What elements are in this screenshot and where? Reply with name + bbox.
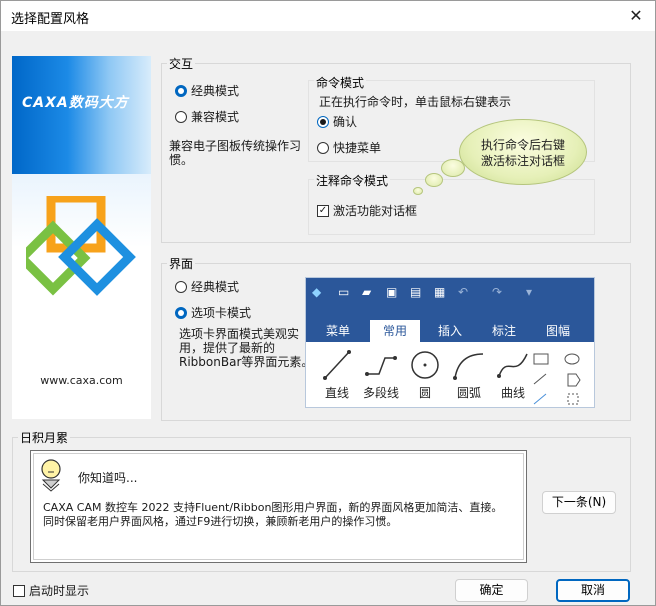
circle-icon [411,351,439,379]
tips-heading: 你知道吗... [78,471,138,485]
arc-icon [453,353,484,380]
hint-bubble: 执行命令后右键 激活标注对话框 [459,119,587,185]
ribbon-tab-menu: 菜单 [325,324,350,338]
tool-line: 直线 [314,350,360,401]
checkbox-label: 激活功能对话框 [333,204,418,218]
ui-group-label: 界面 [167,255,196,272]
title-bar: 选择配置风格 ✕ [1,1,655,31]
undo-icon: ↶ [458,285,469,299]
activate-dialog-checkbox[interactable]: ✓ 激活功能对话框 [317,202,417,219]
tool-arc: 圆弧 [446,350,492,401]
open-folder-icon: ▰ [362,285,372,299]
radio-label: 确认 [333,115,358,129]
desc-line: RibbonBar等界面元素。 [179,355,314,369]
spline-icon [497,353,528,378]
interaction-group-label: 交互 [167,55,196,72]
desc-line: 用，提供了最新的 [179,341,276,355]
tips-line: 同时保留老用户界面风格，通过F9进行切换，兼顾新老用户的操作习惯。 [43,515,398,528]
ui-description: 选项卡界面模式美观实 用，提供了最新的 RibbonBar等界面元素。 [179,327,313,369]
checkbox-checked-icon: ✓ [317,204,329,217]
caxa-logo: CAXA数码大方 [22,95,129,111]
polyline-icon [365,356,397,376]
website-url: www.caxa.com [40,374,123,387]
command-mode-label: 命令模式 [314,74,367,91]
ribbon-preview: ◆ ▭ ▰ ▣ ▤ ▦ ↶ ↷ ▾ 菜单 常用 插入 标注 图幅 直线 多段线 … [305,277,595,408]
app-logo-icon: ◆ [312,285,322,299]
print-icon: ▦ [434,285,446,299]
brand-sidebar: CAXA数码大方 www.caxa.com [12,56,151,419]
desc-line: 选项卡界面模式美观实 [179,327,300,341]
tips-line: CAXA CAM 数控车 2022 支持Fluent/Ribbon图形用户界面，… [43,501,503,514]
ribbon-tab-common: 常用 [370,320,420,342]
close-icon[interactable]: ✕ [625,5,647,27]
tool-circle: 圆 [402,350,448,401]
dialog-title: 选择配置风格 [11,12,90,27]
radio-label: 兼容模式 [191,110,240,124]
more-tools-icon [533,353,581,405]
radio-icon [175,110,187,123]
radio-classic-ui[interactable]: 经典模式 [175,278,239,295]
radio-selected-icon [175,306,187,319]
tool-curve: 曲线 [490,350,536,401]
tool-label: 直线 [324,386,349,400]
tips-panel: 你知道吗... CAXA CAM 数控车 2022 支持Fluent/Ribbo… [30,450,527,563]
radio-confirm[interactable]: 确认 [317,113,357,130]
tool-label: 曲线 [500,386,525,400]
redo-icon: ↷ [492,285,503,299]
save-as-icon: ▤ [410,285,422,299]
bubble-line: 激活标注对话框 [480,154,565,168]
ribbon-tab-dimension: 标注 [491,324,516,338]
radio-icon [175,280,187,293]
radio-ribbon-ui[interactable]: 选项卡模式 [175,304,251,321]
config-style-dialog: 选择配置风格 ✕ CAXA数码大方 www.caxa.com 交互 经典模式 兼… [0,0,656,606]
bubble-tail-small [413,187,423,195]
line-icon [323,350,351,380]
caxa-emblem-icon [26,196,136,296]
customize-icon: ▾ [526,285,533,299]
lightbulb-icon [41,459,61,492]
ribbon-tab-frame: 图幅 [545,324,570,338]
bubble-line: 执行命令后右键 [480,138,565,152]
radio-label: 选项卡模式 [191,306,252,320]
checkbox-label: 启动时显示 [29,584,90,598]
radio-label: 快捷菜单 [333,141,382,155]
new-file-icon: ▭ [338,285,350,299]
bubble-tail-mid [425,173,443,187]
radio-compat-interaction[interactable]: 兼容模式 [175,108,239,125]
next-tip-button[interactable]: 下一条(N) [542,491,616,514]
ribbon-tab-insert: 插入 [437,324,462,338]
desc-line: 兼容电子图板传统操作习 [169,139,302,153]
tool-polyline: 多段线 [358,350,404,401]
radio-selected-icon [317,115,329,128]
command-mode-hint: 正在执行命令时，单击鼠标右键表示 [319,95,512,109]
desc-line: 惯。 [169,153,194,167]
ok-button[interactable]: 确定 [455,579,528,602]
show-on-startup-checkbox[interactable]: 启动时显示 [13,582,89,599]
annotation-mode-label: 注释命令模式 [314,172,391,189]
tool-label: 圆 [418,386,431,400]
save-icon: ▣ [386,285,398,299]
radio-label: 经典模式 [191,280,240,294]
tips-body: CAXA CAM 数控车 2022 支持Fluent/Ribbon图形用户界面，… [43,501,502,529]
interaction-description: 兼容电子图板传统操作习 惯。 [169,139,301,167]
checkbox-icon [13,584,25,597]
radio-label: 经典模式 [191,84,240,98]
radio-classic-interaction[interactable]: 经典模式 [175,82,239,99]
radio-shortcut-menu[interactable]: 快捷菜单 [317,139,381,156]
radio-selected-icon [175,84,187,97]
radio-icon [317,141,329,154]
tips-group-label: 日积月累 [18,429,71,446]
tool-label: 多段线 [362,386,399,400]
cancel-button[interactable]: 取消 [556,579,630,602]
tool-label: 圆弧 [456,386,481,400]
